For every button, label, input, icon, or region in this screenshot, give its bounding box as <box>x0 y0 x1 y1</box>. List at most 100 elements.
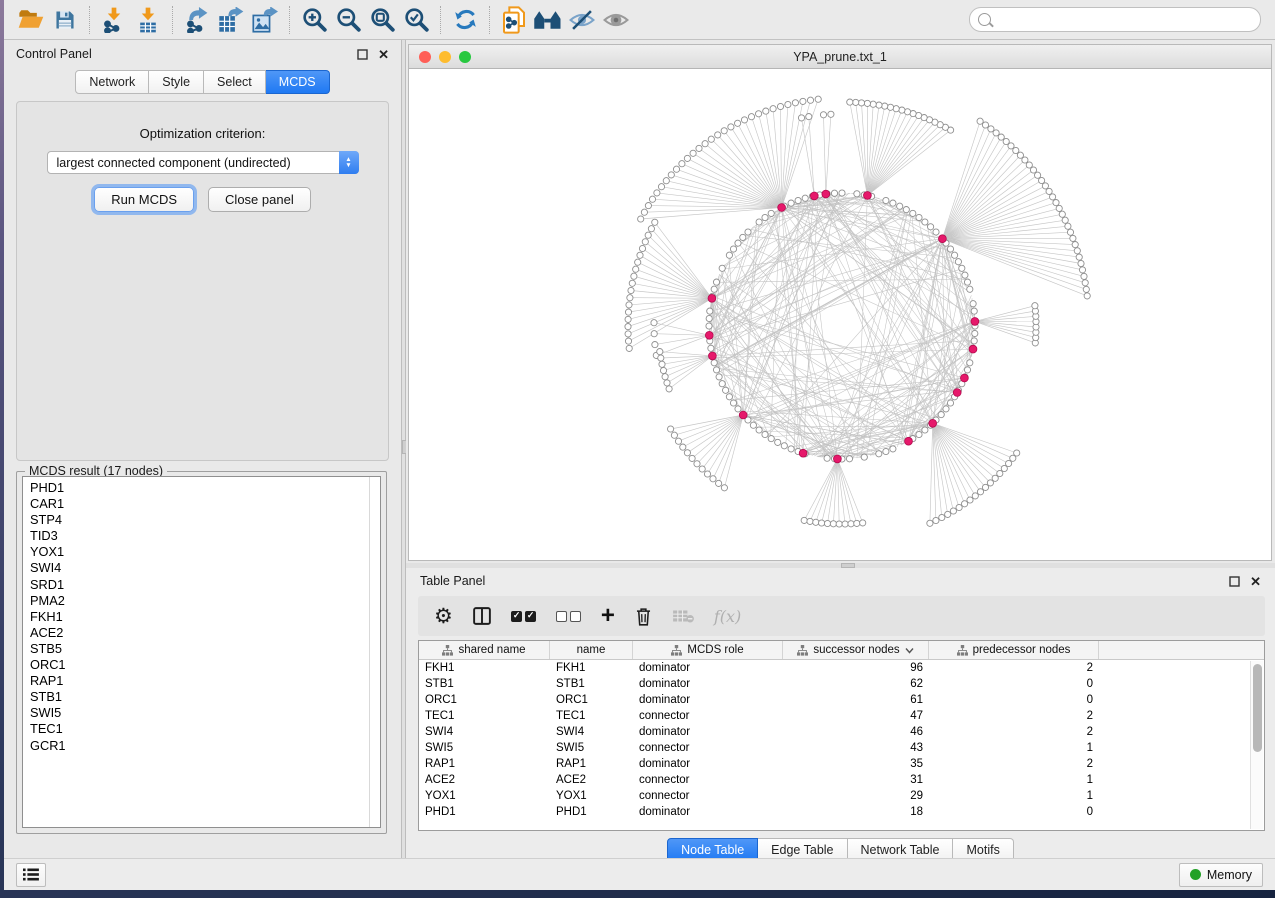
memory-button[interactable]: Memory <box>1179 863 1263 887</box>
column-header-name[interactable]: name <box>550 641 633 659</box>
delete-column-icon[interactable] <box>635 603 652 629</box>
mcds-result-item[interactable]: STB5 <box>30 641 380 657</box>
show-panel-list-button[interactable] <box>16 863 46 887</box>
zoom-out-icon[interactable] <box>331 5 365 35</box>
mcds-result-item[interactable]: RAP1 <box>30 673 380 689</box>
mcds-result-item[interactable]: SWI4 <box>30 560 380 576</box>
cell-name: YOX1 <box>550 790 633 802</box>
deselect-all-icon[interactable] <box>556 603 581 629</box>
right-area: YPA_prune.txt_1 Table Panel ✕ ⚙ <box>406 40 1275 858</box>
column-header-MCDS-role[interactable]: MCDS role <box>633 641 783 659</box>
mcds-result-list[interactable]: PHD1CAR1STP4TID3YOX1SWI4SRD1PMA2FKH1ACE2… <box>22 476 381 828</box>
cell-shared_name: STB1 <box>419 678 550 690</box>
table-scrollbar[interactable] <box>1250 661 1263 829</box>
column-visibility-icon[interactable] <box>473 603 491 629</box>
cell-successor_nodes: 96 <box>783 662 929 674</box>
run-mcds-button[interactable]: Run MCDS <box>94 187 194 212</box>
table-body: FKH1FKH1dominator962STB1STB1dominator620… <box>419 660 1264 820</box>
toolbar-separator <box>172 6 173 34</box>
network-canvas[interactable] <box>409 69 1271 560</box>
close-panel-button[interactable]: Close panel <box>208 187 311 212</box>
export-network-icon[interactable] <box>180 5 214 35</box>
binoculars-icon[interactable] <box>531 5 565 35</box>
mcds-result-item[interactable]: TID3 <box>30 528 380 544</box>
tab-mcds[interactable]: MCDS <box>266 70 330 94</box>
table-row[interactable]: FKH1FKH1dominator962 <box>419 660 1264 676</box>
cell-name: TEC1 <box>550 710 633 722</box>
network-graph[interactable] <box>409 69 1271 560</box>
list-scrollbar[interactable] <box>369 477 370 827</box>
application-window: Control Panel ✕ NetworkStyleSelectMCDS O… <box>4 0 1275 890</box>
mcds-result-item[interactable]: CAR1 <box>30 496 380 512</box>
mcds-result-item[interactable]: TEC1 <box>30 721 380 737</box>
table-row[interactable]: YOX1YOX1connector291 <box>419 788 1264 804</box>
close-panel-icon[interactable]: ✕ <box>1250 575 1261 588</box>
column-label: predecessor nodes <box>973 644 1071 656</box>
import-table-icon[interactable] <box>131 5 165 35</box>
show-all-icon[interactable] <box>599 5 633 35</box>
tab-style[interactable]: Style <box>149 70 204 94</box>
cell-name: ORC1 <box>550 694 633 706</box>
control-panel-title: Control Panel <box>16 47 92 61</box>
table-row[interactable]: ORC1ORC1dominator610 <box>419 692 1264 708</box>
cell-mcds_role: dominator <box>633 758 783 770</box>
float-panel-icon[interactable] <box>357 49 368 60</box>
mcds-result-item[interactable]: ACE2 <box>30 625 380 641</box>
mcds-result-item[interactable]: YOX1 <box>30 544 380 560</box>
zoom-fit-icon[interactable] <box>365 5 399 35</box>
zoom-in-icon[interactable] <box>297 5 331 35</box>
tab-network[interactable]: Network <box>75 70 149 94</box>
table-row[interactable]: STB1STB1dominator620 <box>419 676 1264 692</box>
toolbar-separator <box>489 6 490 34</box>
table-panel: Table Panel ✕ ⚙ + <box>406 568 1275 858</box>
table-row[interactable]: RAP1RAP1dominator352 <box>419 756 1264 772</box>
mcds-result-item[interactable]: SRD1 <box>30 577 380 593</box>
mcds-result-item[interactable]: PHD1 <box>30 480 380 496</box>
refresh-layout-icon[interactable] <box>448 5 482 35</box>
table-row[interactable]: ACE2ACE2connector311 <box>419 772 1264 788</box>
search-input[interactable] <box>997 13 1252 27</box>
cell-successor_nodes: 18 <box>783 806 929 818</box>
scrollbar-thumb[interactable] <box>1253 664 1262 752</box>
mcds-result-item[interactable]: PMA2 <box>30 593 380 609</box>
mcds-result-item[interactable]: STB1 <box>30 689 380 705</box>
table-row[interactable]: SWI4SWI4dominator462 <box>419 724 1264 740</box>
mcds-result-item[interactable]: STP4 <box>30 512 380 528</box>
column-type-icon <box>442 645 453 656</box>
column-header-shared-name[interactable]: shared name <box>419 641 550 659</box>
cell-successor_nodes: 31 <box>783 774 929 786</box>
close-panel-icon[interactable]: ✕ <box>378 48 389 61</box>
column-header-predecessor-nodes[interactable]: predecessor nodes <box>929 641 1099 659</box>
float-panel-icon[interactable] <box>1229 576 1240 587</box>
search-field[interactable] <box>969 7 1261 32</box>
open-session-icon[interactable] <box>14 5 48 35</box>
zoom-selected-icon[interactable] <box>399 5 433 35</box>
export-table-icon[interactable] <box>214 5 248 35</box>
table-row[interactable]: PHD1PHD1dominator180 <box>419 804 1264 820</box>
mcds-result-item[interactable]: SWI5 <box>30 705 380 721</box>
table-row[interactable]: TEC1TEC1connector472 <box>419 708 1264 724</box>
mcds-result-item[interactable]: ORC1 <box>30 657 380 673</box>
column-header-successor-nodes[interactable]: successor nodes <box>783 641 929 659</box>
table-settings-gear-icon[interactable]: ⚙ <box>434 603 453 629</box>
optimization-criterion-select[interactable]: largest connected component (undirected)… <box>47 151 359 174</box>
network-view-title: YPA_prune.txt_1 <box>409 50 1271 64</box>
export-image-icon[interactable] <box>248 5 282 35</box>
list-icon <box>23 868 39 881</box>
tab-select[interactable]: Select <box>204 70 266 94</box>
select-all-icon[interactable] <box>511 603 536 629</box>
mcds-result-item[interactable]: GCR1 <box>30 738 380 754</box>
cell-predecessor_nodes: 0 <box>929 694 1099 706</box>
import-network-icon[interactable] <box>97 5 131 35</box>
column-type-icon <box>797 645 808 656</box>
delete-table-icon <box>672 603 694 629</box>
mcds-result-item[interactable]: FKH1 <box>30 609 380 625</box>
hide-selected-icon[interactable] <box>565 5 599 35</box>
clone-network-icon[interactable] <box>497 5 531 35</box>
add-column-icon[interactable]: + <box>601 603 615 629</box>
cell-mcds_role: connector <box>633 710 783 722</box>
table-row[interactable]: SWI5SWI5connector431 <box>419 740 1264 756</box>
save-session-icon[interactable] <box>48 5 82 35</box>
cell-shared_name: ACE2 <box>419 774 550 786</box>
cell-predecessor_nodes: 2 <box>929 726 1099 738</box>
